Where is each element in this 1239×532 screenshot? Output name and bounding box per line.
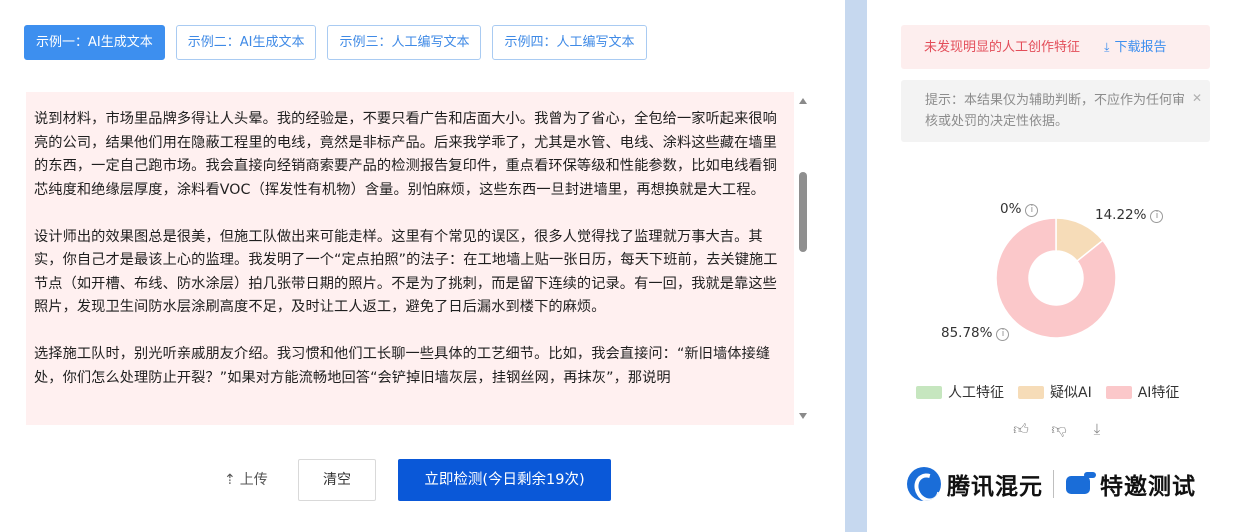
legend-item-suspected[interactable]: 疑似AI	[1018, 382, 1092, 402]
text-paragraph-2: 设计师出的效果图总是很美，但施工队做出来可能走样。这里有个常见的误区，很多人觉得…	[34, 228, 778, 316]
download-icon[interactable]: ⤓	[1089, 420, 1105, 439]
info-icon[interactable]: i	[1025, 204, 1039, 217]
close-icon[interactable]: ✕	[1192, 88, 1202, 109]
text-input-area[interactable]: 说到材料，市场里品牌多得让人头晕。我的经验是，不要只看广告和店面大小。我曾为了省…	[26, 92, 794, 425]
tab-example-4[interactable]: 示例四：人工编写文本	[492, 25, 647, 60]
brand-separator	[1053, 470, 1054, 498]
donut-chart: 0% i 14.22% i 85.78% i	[927, 190, 1237, 360]
legend-item-human[interactable]: 人工特征	[916, 382, 1004, 402]
brand-footer: 腾讯混元 特邀测试	[907, 463, 1196, 505]
example-tabs: 示例一：AI生成文本 示例二：AI生成文本 示例三：人工编写文本 示例四：人工编…	[24, 25, 647, 60]
donut-svg	[995, 217, 1117, 339]
upload-label: 上传	[239, 472, 268, 488]
pointing-hand-icon	[1064, 470, 1096, 498]
chart-legend: 人工特征 疑似AI AI特征	[916, 382, 1179, 402]
scroll-up-arrow-icon[interactable]	[799, 98, 807, 104]
slice-label-ai: 85.78% i	[941, 325, 1010, 341]
download-icon: ⤓	[1104, 40, 1110, 54]
result-status-text: 未发现明显的人工创作特征	[924, 40, 1081, 55]
legend-swatch	[1018, 385, 1044, 399]
legend-swatch	[1105, 385, 1132, 399]
info-icon[interactable]: i	[996, 328, 1010, 341]
download-report-link[interactable]: ⤓ 下载报告	[1104, 40, 1166, 55]
panel-divider[interactable]	[845, 0, 867, 532]
result-status-bar: 未发现明显的人工创作特征 ⤓ 下载报告	[901, 25, 1210, 69]
legend-swatch	[916, 385, 942, 399]
tab-example-3[interactable]: 示例三：人工编写文本	[327, 25, 482, 60]
tab-example-2[interactable]: 示例二：AI生成文本	[175, 25, 317, 60]
slice-label-suspected: 14.22% i	[1095, 207, 1164, 223]
download-label: 下载报告	[1114, 40, 1167, 55]
legend-label: 人工特征	[948, 385, 1004, 401]
action-bar: ⇡ 上传 清空 立即检测(今日剩余19次)	[0, 459, 845, 501]
scroll-thumb[interactable]	[799, 172, 807, 252]
detect-button[interactable]: 立即检测(今日剩余19次)	[398, 459, 611, 501]
upload-icon: ⇡	[224, 472, 236, 488]
info-icon[interactable]: i	[1150, 210, 1164, 223]
tip-box: 提示：本结果仅为辅助判断，不应作为任何审核或处罚的决定性依据。 ✕	[901, 80, 1210, 142]
brand-invite-test: 特邀测试	[1100, 474, 1196, 500]
result-panel: 未发现明显的人工创作特征 ⤓ 下载报告 提示：本结果仅为辅助判断，不应作为任何审核…	[867, 0, 1239, 532]
slice-label-human: 0% i	[1000, 201, 1039, 217]
legend-item-ai[interactable]: AI特征	[1105, 382, 1180, 402]
scroll-down-arrow-icon[interactable]	[799, 413, 807, 419]
slice-label-ai-text: 85.78%	[941, 325, 993, 341]
slice-label-suspected-text: 14.22%	[1095, 207, 1147, 223]
tab-example-1[interactable]: 示例一：AI生成文本	[24, 25, 165, 60]
text-paragraph-1: 说到材料，市场里品牌多得让人头晕。我的经验是，不要只看广告和店面大小。我曾为了省…	[34, 111, 777, 198]
hunyuan-logo-icon	[907, 467, 941, 501]
clear-button[interactable]: 清空	[298, 459, 376, 501]
upload-button[interactable]: ⇡ 上传	[224, 459, 268, 501]
legend-label: AI特征	[1137, 385, 1180, 401]
editor-panel: 示例一：AI生成文本 示例二：AI生成文本 示例三：人工编写文本 示例四：人工编…	[0, 0, 845, 532]
slice-label-human-text: 0%	[1000, 201, 1022, 217]
thumbs-down-icon[interactable]: 👎︎	[1051, 420, 1067, 439]
thumbs-up-icon[interactable]: 👍︎	[1013, 420, 1029, 439]
legend-label: 疑似AI	[1050, 385, 1092, 401]
text-scrollbar[interactable]	[797, 92, 809, 425]
text-paragraph-3: 选择施工队时，别光听亲戚朋友介绍。我习惯和他们工长聊一些具体的工艺细节。比如，我…	[34, 346, 771, 386]
brand-name: 腾讯混元	[947, 474, 1043, 500]
tip-text: 提示：本结果仅为辅助判断，不应作为任何审核或处罚的决定性依据。	[925, 93, 1186, 129]
feedback-bar: 👍︎ 👎︎ ⤓	[1013, 420, 1105, 439]
